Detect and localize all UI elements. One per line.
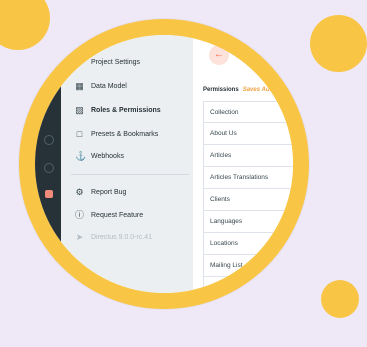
magnifier-frame: ⚙ Project Settings ▦ Data Model ▨ Roles …: [19, 19, 309, 309]
nav-item-label: Report Bug: [91, 188, 127, 196]
collection-row[interactable]: Articles Translations: [203, 167, 293, 189]
table-header-row: Collection: [203, 101, 293, 123]
nav-divider: [71, 174, 189, 175]
collection-row[interactable]: Related: [203, 277, 293, 293]
roles-icon: ▨: [75, 104, 84, 115]
collection-row[interactable]: Locations: [203, 233, 293, 255]
collection-name: Clients: [210, 196, 230, 203]
webhook-icon: ⚓: [75, 150, 87, 161]
info-icon: ⓘ: [75, 209, 85, 220]
main-content: Man PermissionsSaves Automatic Collectio…: [193, 35, 293, 293]
collection-name: Locations: [210, 240, 238, 247]
collection-name: About Us: [210, 130, 237, 137]
collection-name: Articles: [210, 152, 232, 159]
collection-row[interactable]: Clients: [203, 189, 293, 211]
nav-item-data-model[interactable]: ▦ Data Model: [75, 78, 127, 94]
nav-item-label: Request Feature: [91, 211, 144, 219]
module-rail: [35, 35, 61, 293]
bug-icon: ⚙: [75, 186, 84, 197]
nav-item-label: Project Settings: [91, 58, 141, 66]
version-info[interactable]: ➤ Directus 9.0.0-rc.41: [75, 229, 152, 245]
nav-item-label: Webhooks: [91, 152, 124, 160]
nav-item-presets-bookmarks[interactable]: □ Presets & Bookmarks: [75, 126, 159, 142]
permissions-label: Permissions: [203, 87, 239, 93]
nav-item-roles-permissions[interactable]: ▨ Roles & Permissions: [75, 102, 161, 118]
collection-name: Languages: [210, 218, 243, 225]
decorative-circle-bottom-right: [321, 280, 359, 318]
collection-row[interactable]: Mailing List: [203, 255, 293, 277]
back-button[interactable]: [209, 45, 229, 65]
settings-nav: ⚙ Project Settings ▦ Data Model ▨ Roles …: [61, 35, 193, 293]
app-screen: ⚙ Project Settings ▦ Data Model ▨ Roles …: [35, 35, 293, 293]
directus-icon: ➤: [75, 231, 84, 242]
collection-row[interactable]: About Us: [203, 123, 293, 145]
nav-item-project-settings[interactable]: ⚙ Project Settings: [75, 54, 140, 70]
version-label: Directus 9.0.0-rc.41: [91, 233, 153, 241]
page-title: Man: [239, 48, 261, 60]
nav-item-label: Roles & Permissions: [91, 106, 161, 114]
save-status: Saves Automatic: [242, 87, 291, 93]
settings-module-icon[interactable]: [45, 190, 53, 198]
permissions-header: Permissions Saves Automatic: [203, 87, 291, 93]
module-icon[interactable]: [44, 135, 54, 145]
collection-name: Articles Translations: [210, 174, 269, 181]
decorative-circle-top-right: [310, 15, 367, 72]
nav-item-label: Data Model: [91, 82, 127, 90]
module-icon[interactable]: [44, 163, 54, 173]
nav-item-webhooks[interactable]: ⚓ Webhooks: [75, 148, 124, 164]
settings-icon: ⚙: [75, 56, 84, 67]
collection-row[interactable]: Articles: [203, 145, 293, 167]
collection-header: Collection: [210, 108, 239, 116]
collection-name: Mailing List: [210, 262, 243, 269]
nav-item-request-feature[interactable]: ⓘ Request Feature: [75, 207, 143, 223]
nav-item-label: Presets & Bookmarks: [91, 130, 159, 138]
bookmark-icon: □: [76, 128, 83, 139]
collection-row[interactable]: Languages: [203, 211, 293, 233]
nav-item-report-bug[interactable]: ⚙ Report Bug: [75, 184, 126, 200]
collection-name: Related: [210, 284, 233, 291]
data-model-icon: ▦: [75, 80, 84, 91]
